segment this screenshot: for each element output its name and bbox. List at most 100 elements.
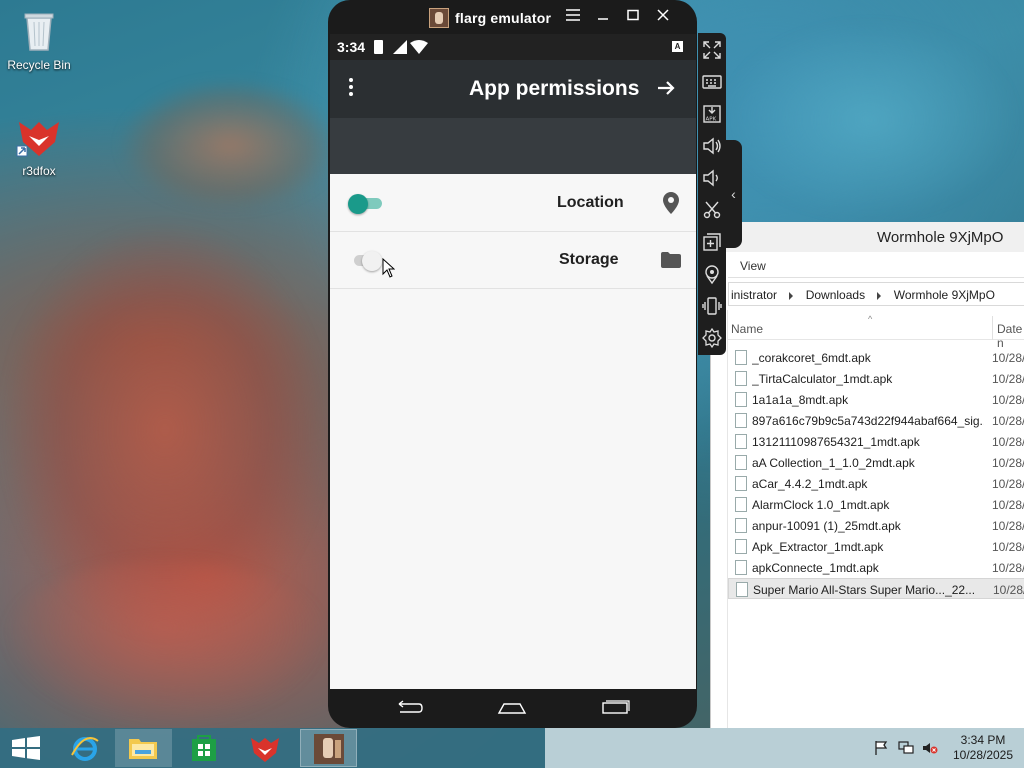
file-row[interactable]: anpur-10091 (1)_25mdt.apk 10/28/: [728, 515, 1024, 536]
flarg-emulator-taskbar-icon[interactable]: [300, 729, 357, 767]
file-row[interactable]: 13121110987654321_1mdt.apk 10/28/: [728, 431, 1024, 452]
file-icon: [735, 539, 747, 554]
file-row[interactable]: _TirtaCalculator_1mdt.apk 10/28/: [728, 368, 1024, 389]
breadcrumb-segment[interactable]: inistrator: [731, 288, 777, 302]
minimize-icon[interactable]: [592, 6, 614, 28]
explorer-ribbon: View: [728, 252, 1024, 278]
file-icon: [735, 413, 747, 428]
status-bar: 3:34 A: [330, 34, 696, 60]
navigation-pane: [711, 310, 728, 728]
file-icon: [736, 582, 748, 597]
breadcrumb-segment[interactable]: Wormhole 9XjMpO: [894, 288, 995, 302]
column-name[interactable]: Name: [731, 322, 763, 336]
file-name: aA Collection_1_1.0_2mdt.apk: [752, 456, 915, 470]
file-date: 10/28/: [992, 477, 1024, 491]
overflow-menu-icon[interactable]: [344, 76, 358, 100]
file-list: _corakcoret_6mdt.apk 10/28/ _TirtaCalcula…: [728, 347, 1024, 599]
network-icon[interactable]: [898, 741, 914, 755]
file-icon: [735, 497, 747, 512]
file-icon: [735, 560, 747, 575]
install-apk-icon[interactable]: APK: [701, 103, 723, 125]
keyboard-indicator-icon: A: [672, 41, 683, 52]
file-row[interactable]: aCar_4.4.2_1mdt.apk 10/28/: [728, 473, 1024, 494]
breadcrumb-chevron-icon: [789, 291, 794, 300]
file-name: _corakcoret_6mdt.apk: [752, 351, 871, 365]
permission-row-storage[interactable]: Storage: [330, 232, 696, 289]
volume-muted-icon[interactable]: [922, 741, 938, 755]
explorer-title: Wormhole 9XjMpO: [711, 222, 1024, 252]
action-center-flag-icon[interactable]: [874, 741, 890, 755]
location-icon[interactable]: [701, 263, 723, 285]
file-name: anpur-10091 (1)_25mdt.apk: [752, 519, 901, 533]
file-icon: [735, 371, 747, 386]
desktop-icon-r3dfox[interactable]: r3dfox: [4, 112, 74, 178]
r3dfox-taskbar-icon[interactable]: [237, 729, 294, 767]
shake-vibrate-icon[interactable]: [701, 295, 723, 317]
home-button[interactable]: [497, 699, 527, 717]
hamburger-menu-icon[interactable]: [562, 6, 584, 28]
file-row[interactable]: apkConnecte_1mdt.apk 10/28/: [728, 557, 1024, 578]
sort-up-icon: ^: [868, 314, 873, 324]
taskbar-clock[interactable]: 3:34 PM 10/28/2025: [950, 733, 1016, 763]
permission-label: Storage: [559, 251, 619, 268]
forward-arrow-icon[interactable]: [656, 78, 676, 102]
fullscreen-icon[interactable]: [701, 39, 723, 61]
wallpaper-water-right: [720, 20, 1020, 220]
volume-down-icon[interactable]: [701, 167, 723, 189]
toggle-thumb: [348, 194, 368, 214]
column-date[interactable]: Date n: [992, 316, 1024, 350]
file-name: 897a616c79b9c5a743d22f944abaf664_sig...: [752, 414, 984, 428]
file-row[interactable]: aA Collection_1_1.0_2mdt.apk 10/28/: [728, 452, 1024, 473]
desktop-icon-label: r3dfox: [22, 164, 56, 178]
file-icon: [735, 434, 747, 449]
close-icon[interactable]: [652, 6, 674, 28]
internet-explorer-icon[interactable]: [57, 729, 114, 767]
file-explorer-icon[interactable]: [115, 729, 172, 767]
ribbon-tab-view[interactable]: View: [740, 259, 766, 273]
file-row[interactable]: _corakcoret_6mdt.apk 10/28/: [728, 347, 1024, 368]
file-date: 10/28/: [992, 351, 1024, 365]
file-date: 10/28/: [992, 498, 1024, 512]
file-row[interactable]: 897a616c79b9c5a743d22f944abaf664_sig... 1…: [728, 410, 1024, 431]
permission-row-location[interactable]: Location: [330, 175, 696, 232]
collapse-toolbar-chevron-icon[interactable]: ‹: [725, 140, 742, 248]
file-date: 10/28/: [993, 583, 1024, 597]
file-date: 10/28/: [992, 519, 1024, 533]
back-button[interactable]: [394, 699, 424, 717]
file-row-selected[interactable]: Super Mario All-Stars Super Mario..._22.…: [728, 578, 1024, 599]
file-name: Super Mario All-Stars Super Mario..._22.…: [753, 583, 976, 597]
storage-toggle[interactable]: [348, 251, 384, 271]
toggle-thumb: [362, 251, 382, 271]
app-bar-extension: [330, 118, 696, 174]
recycle-bin-icon: [15, 6, 63, 54]
desktop-icon-recycle-bin[interactable]: Recycle Bin: [4, 6, 74, 72]
screenshot-scissors-icon[interactable]: [701, 199, 723, 221]
file-row[interactable]: Apk_Extractor_1mdt.apk 10/28/: [728, 536, 1024, 557]
location-toggle[interactable]: [348, 194, 384, 214]
desktop-icon-label: Recycle Bin: [7, 58, 71, 72]
recents-button[interactable]: [600, 699, 630, 717]
wifi-icon: [410, 40, 428, 57]
file-name: apkConnecte_1mdt.apk: [752, 561, 879, 575]
mouse-cursor-icon: [382, 257, 396, 283]
keyboard-icon[interactable]: [701, 71, 723, 93]
start-button[interactable]: [0, 729, 57, 767]
breadcrumb-segment[interactable]: Downloads: [806, 288, 865, 302]
add-window-icon[interactable]: [701, 231, 723, 253]
battery-icon: [374, 40, 383, 54]
maximize-icon[interactable]: [622, 6, 644, 28]
breadcrumb-chevron-icon: [877, 291, 882, 300]
file-row[interactable]: AlarmClock 1.0_1mdt.apk 10/28/: [728, 494, 1024, 515]
volume-up-icon[interactable]: [701, 135, 723, 157]
emulator-title: flarg emulator: [455, 10, 552, 26]
address-bar[interactable]: inistrator Downloads Wormhole 9XjMpO: [728, 282, 1024, 306]
store-icon[interactable]: [176, 729, 233, 767]
file-name: Apk_Extractor_1mdt.apk: [752, 540, 884, 554]
file-row[interactable]: 1a1a1a_8mdt.apk 10/28/: [728, 389, 1024, 410]
wallpaper-fish: [120, 80, 340, 210]
page-title: App permissions: [469, 77, 640, 100]
android-nav-bar: [330, 689, 696, 727]
column-header: ^ Name Date n: [728, 314, 1024, 350]
settings-gear-icon[interactable]: [701, 327, 723, 349]
emulator-titlebar: flarg emulator: [328, 4, 697, 32]
